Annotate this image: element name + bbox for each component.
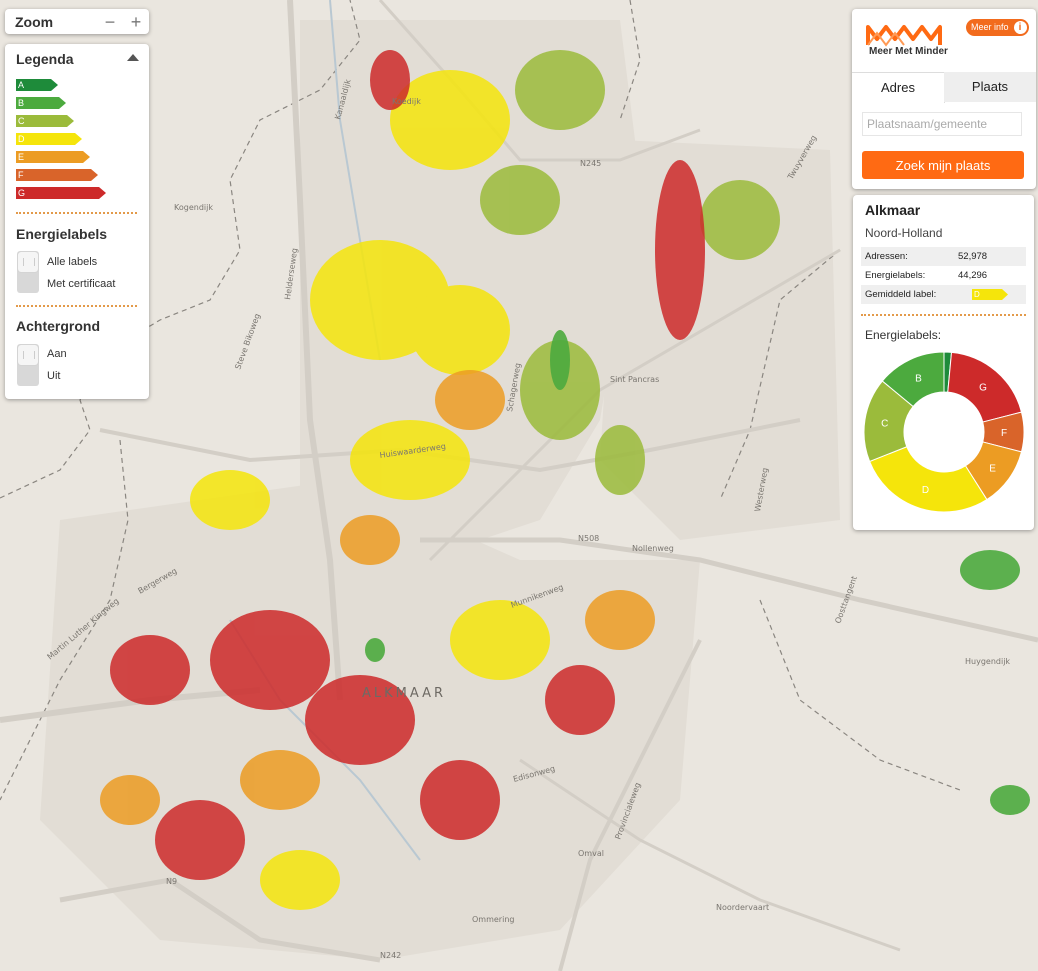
- average-label-badge: D: [972, 289, 1008, 300]
- search-panel: Meer Met Minder Meer info i Adres Plaats…: [852, 9, 1036, 189]
- stat-row-gemiddeld: Gemiddeld label: D: [861, 285, 1026, 304]
- achtergrond-title: Achtergrond: [16, 318, 100, 334]
- label-d-arrow: D: [16, 133, 82, 145]
- donut-label-c: C: [881, 419, 888, 430]
- svg-text:N242: N242: [380, 951, 401, 960]
- brand-name: Meer Met Minder: [869, 46, 948, 57]
- option-alle-labels[interactable]: Alle labels: [47, 256, 97, 268]
- collapse-legend-icon[interactable]: [127, 54, 139, 61]
- option-uit[interactable]: Uit: [47, 370, 60, 382]
- city-name: Alkmaar: [865, 202, 921, 218]
- donut-label-e: E: [989, 463, 996, 474]
- city-label: ALKMAAR: [362, 686, 446, 701]
- donut-label-d: D: [922, 485, 929, 496]
- info-icon: i: [1013, 21, 1027, 34]
- option-aan[interactable]: Aan: [47, 348, 67, 360]
- label-g-arrow: G: [16, 187, 106, 199]
- label-c-arrow: C: [16, 115, 74, 127]
- label-b-arrow: B: [16, 97, 66, 109]
- svg-text:Ommering: Ommering: [472, 915, 514, 924]
- legend-title: Legenda: [16, 51, 74, 67]
- svg-text:Kogendijk: Kogendijk: [174, 203, 213, 212]
- donut-label-g: G: [979, 382, 987, 393]
- tab-plaats[interactable]: Plaats: [944, 72, 1036, 102]
- meer-info-label: Meer info: [971, 22, 1009, 32]
- svg-text:Koedijk: Koedijk: [392, 97, 421, 106]
- chart-title: Energielabels:: [865, 328, 942, 342]
- energielabels-toggle[interactable]: [17, 251, 39, 293]
- tab-adres[interactable]: Adres: [852, 72, 945, 103]
- svg-text:N508: N508: [578, 534, 599, 543]
- divider: [861, 314, 1026, 316]
- stat-row-adressen: Adressen: 52,978: [861, 247, 1026, 266]
- svg-text:N245: N245: [580, 159, 601, 168]
- energy-label-donut-chart: G F E D C B: [863, 351, 1025, 513]
- donut-label-f: F: [1001, 428, 1007, 439]
- zoom-in-button[interactable]: +: [123, 12, 149, 32]
- zoom-control: Zoom − +: [5, 9, 149, 34]
- province-name: Noord-Holland: [865, 226, 943, 240]
- label-f-arrow: F: [16, 169, 98, 181]
- divider: [16, 212, 137, 214]
- place-info-panel: Alkmaar Noord-Holland Adressen: 52,978 En…: [853, 195, 1034, 530]
- svg-text:N9: N9: [166, 877, 177, 886]
- zoom-out-button[interactable]: −: [97, 12, 123, 32]
- label-e-arrow: E: [16, 151, 90, 163]
- energielabels-title: Energielabels: [16, 226, 108, 242]
- donut-label-b: B: [915, 374, 922, 385]
- svg-text:Omval: Omval: [578, 849, 604, 858]
- meer-info-button[interactable]: Meer info i: [966, 19, 1029, 36]
- svg-text:Sint Pancras: Sint Pancras: [610, 375, 659, 384]
- search-place-button[interactable]: Zoek mijn plaats: [862, 151, 1024, 179]
- donut-slice-d: [868, 446, 988, 513]
- svg-text:Noordervaart: Noordervaart: [716, 903, 769, 912]
- achtergrond-toggle[interactable]: [17, 344, 39, 386]
- label-a-arrow: A: [16, 79, 58, 91]
- svg-text:Huygendijk: Huygendijk: [965, 657, 1010, 666]
- divider: [16, 305, 137, 307]
- legend-panel: Legenda A B C D E F G Energielabels Alle…: [5, 44, 149, 399]
- svg-text:Nollenweg: Nollenweg: [632, 544, 674, 553]
- option-met-certificaat[interactable]: Met certificaat: [47, 278, 115, 290]
- zoom-title: Zoom: [15, 13, 54, 30]
- stat-row-energielabels: Energielabels: 44,296: [865, 270, 988, 281]
- place-search-input[interactable]: [862, 112, 1022, 136]
